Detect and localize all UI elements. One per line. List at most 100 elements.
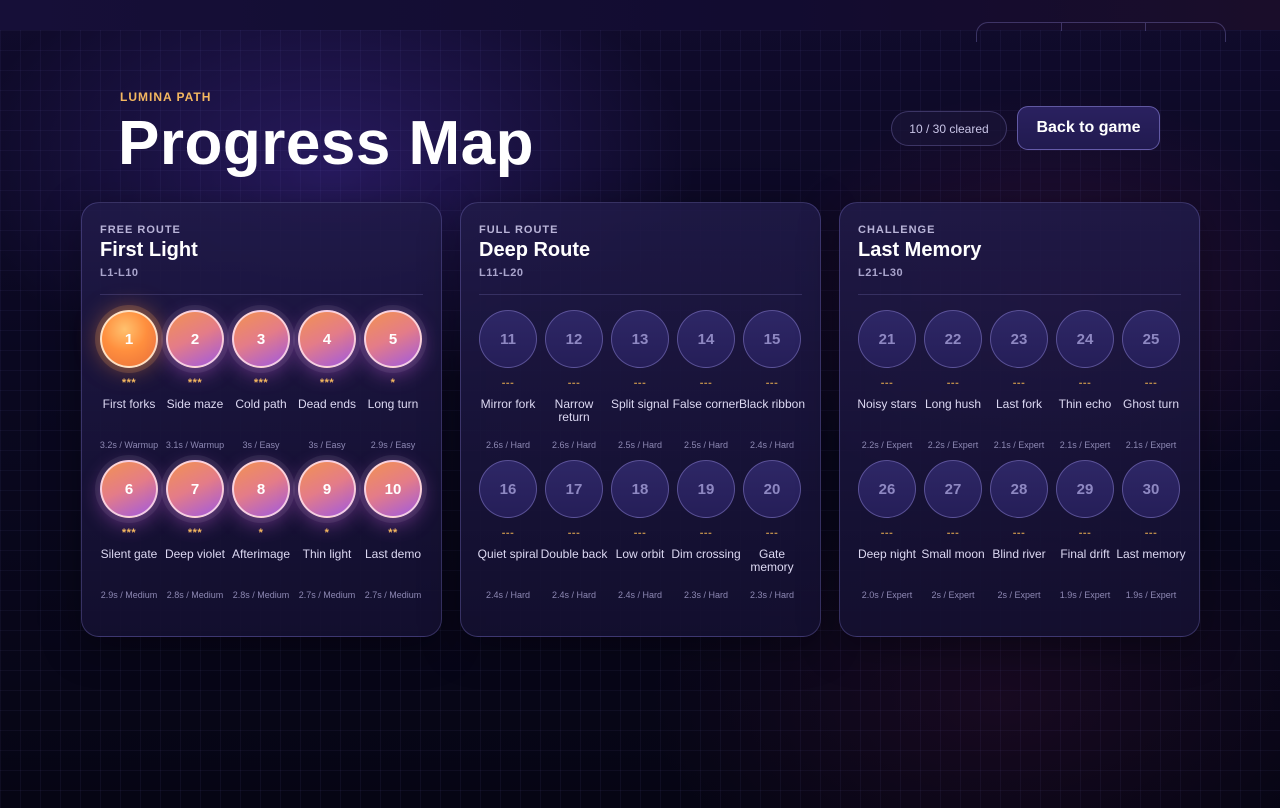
level-number: 21 <box>858 310 916 368</box>
level-meta: 2.7s / Medium <box>364 590 422 600</box>
level-meta: 2.0s / Expert <box>861 590 913 600</box>
level-node-4[interactable]: 4 *** Dead ends 3s / Easy <box>294 310 360 460</box>
level-name: Quiet spiral <box>477 547 539 561</box>
panel-title: Last Memory <box>858 239 982 261</box>
level-name: Last fork <box>995 397 1043 411</box>
level-stars: --- <box>880 527 894 539</box>
level-stars: --- <box>1144 377 1158 389</box>
level-grid: 11 --- Mirror fork 2.6s / Hard 12 --- Narrow r… <box>478 310 809 620</box>
level-number: 28 <box>990 460 1048 518</box>
brand-eyebrow: LUMINA PATH <box>120 90 212 104</box>
level-name: Dim crossing <box>671 547 741 561</box>
level-name: Dead ends <box>297 397 357 411</box>
level-node-5[interactable]: 5 * Long turn 2.9s / Easy <box>360 310 426 460</box>
level-node-9[interactable]: 9 * Thin light 2.7s / Medium <box>294 460 360 610</box>
level-number: 26 <box>858 460 916 518</box>
level-meta: 2.9s / Easy <box>370 440 416 450</box>
level-stars: --- <box>699 377 713 389</box>
level-stars: --- <box>1078 527 1092 539</box>
page-title: Progress Map <box>118 109 535 178</box>
level-stars: --- <box>946 377 960 389</box>
level-name: Last demo <box>364 547 422 561</box>
level-node-2[interactable]: 2 *** Side maze 3.1s / Warmup <box>162 310 228 460</box>
level-meta: 2.4s / Hard <box>749 440 795 450</box>
level-node-28: 28 --- Blind river 2s / Expert <box>986 460 1052 610</box>
level-node-10[interactable]: 10 ** Last demo 2.7s / Medium <box>360 460 426 610</box>
level-meta: 2.8s / Medium <box>232 590 290 600</box>
level-stars: --- <box>633 527 647 539</box>
level-node-11: 11 --- Mirror fork 2.6s / Hard <box>475 310 541 460</box>
level-node-22: 22 --- Long hush 2.2s / Expert <box>920 310 986 460</box>
level-number: 24 <box>1056 310 1114 368</box>
level-number: 25 <box>1122 310 1180 368</box>
level-node-7[interactable]: 7 *** Deep violet 2.8s / Medium <box>162 460 228 610</box>
level-stars: --- <box>765 527 779 539</box>
level-grid: 21 --- Noisy stars 2.2s / Expert 22 --- Long h… <box>857 310 1188 620</box>
panel-kicker: FREE ROUTE <box>100 224 181 236</box>
level-meta: 2.1s / Expert <box>1059 440 1111 450</box>
level-number: 12 <box>545 310 603 368</box>
level-stars: *** <box>319 377 335 389</box>
level-number: 27 <box>924 460 982 518</box>
level-meta: 3.1s / Warmup <box>165 440 225 450</box>
level-stars: *** <box>253 377 269 389</box>
level-number: 16 <box>479 460 537 518</box>
level-meta: 2.5s / Hard <box>617 440 663 450</box>
level-number: 14 <box>677 310 735 368</box>
route-panel-last-memory: CHALLENGE Last Memory L21-L30 21 --- Noisy… <box>839 202 1200 637</box>
level-name: False corner <box>672 397 740 411</box>
level-node-3[interactable]: 3 *** Cold path 3s / Easy <box>228 310 294 460</box>
level-stars: *** <box>187 377 203 389</box>
panel-range: L11-L20 <box>479 267 524 279</box>
level-node-12: 12 --- Narrow return 2.6s / Hard <box>541 310 607 460</box>
back-to-game-button[interactable]: Back to game <box>1017 106 1160 150</box>
level-number: 23 <box>990 310 1048 368</box>
level-node-6[interactable]: 6 *** Silent gate 2.9s / Medium <box>96 460 162 610</box>
level-name: Long hush <box>924 397 982 411</box>
level-number: 22 <box>924 310 982 368</box>
level-name: Final drift <box>1060 547 1110 561</box>
level-node-27: 27 --- Small moon 2s / Expert <box>920 460 986 610</box>
level-meta: 3s / Easy <box>242 440 280 450</box>
level-name: Narrow return <box>554 397 594 424</box>
level-stars: --- <box>765 377 779 389</box>
level-name: Thin echo <box>1058 397 1112 411</box>
level-number: 19 <box>677 460 735 518</box>
level-meta: 1.9s / Expert <box>1125 590 1177 600</box>
level-stars: --- <box>880 377 894 389</box>
level-stars: ** <box>388 527 398 539</box>
level-number: 3 <box>232 310 290 368</box>
level-name: Ghost turn <box>1122 397 1180 411</box>
level-name: Afterimage <box>231 547 291 561</box>
level-node-1[interactable]: 1 *** First forks 3.2s / Warmup <box>96 310 162 460</box>
level-number: 17 <box>545 460 603 518</box>
level-name: Side maze <box>166 397 224 411</box>
level-meta: 2s / Expert <box>931 590 975 600</box>
level-node-18: 18 --- Low orbit 2.4s / Hard <box>607 460 673 610</box>
level-stars: *** <box>121 527 137 539</box>
level-name: Thin light <box>302 547 352 561</box>
level-node-26: 26 --- Deep night 2.0s / Expert <box>854 460 920 610</box>
level-name: Gate memory <box>750 547 794 574</box>
level-number: 9 <box>298 460 356 518</box>
level-node-8[interactable]: 8 * Afterimage 2.8s / Medium <box>228 460 294 610</box>
level-name: Deep violet <box>164 547 226 561</box>
level-node-20: 20 --- Gate memory 2.3s / Hard <box>739 460 805 610</box>
level-meta: 2.2s / Expert <box>861 440 913 450</box>
panel-range: L1-L10 <box>100 267 139 279</box>
panel-range: L21-L30 <box>858 267 904 279</box>
level-number: 7 <box>166 460 224 518</box>
cleared-count-badge: 10 / 30 cleared <box>891 111 1007 146</box>
level-meta: 3s / Easy <box>308 440 346 450</box>
level-number: 6 <box>100 460 158 518</box>
level-meta: 2.5s / Hard <box>683 440 729 450</box>
level-meta: 2.3s / Hard <box>683 590 729 600</box>
level-meta: 1.9s / Expert <box>1059 590 1111 600</box>
level-node-16: 16 --- Quiet spiral 2.4s / Hard <box>475 460 541 610</box>
level-meta: 2.3s / Hard <box>749 590 795 600</box>
route-panel-deep-route: FULL ROUTE Deep Route L11-L20 11 --- Mirro… <box>460 202 821 637</box>
level-meta: 2.1s / Expert <box>1125 440 1177 450</box>
level-name: Double back <box>540 547 608 561</box>
level-meta: 2.6s / Hard <box>485 440 531 450</box>
level-node-19: 19 --- Dim crossing 2.3s / Hard <box>671 460 741 610</box>
